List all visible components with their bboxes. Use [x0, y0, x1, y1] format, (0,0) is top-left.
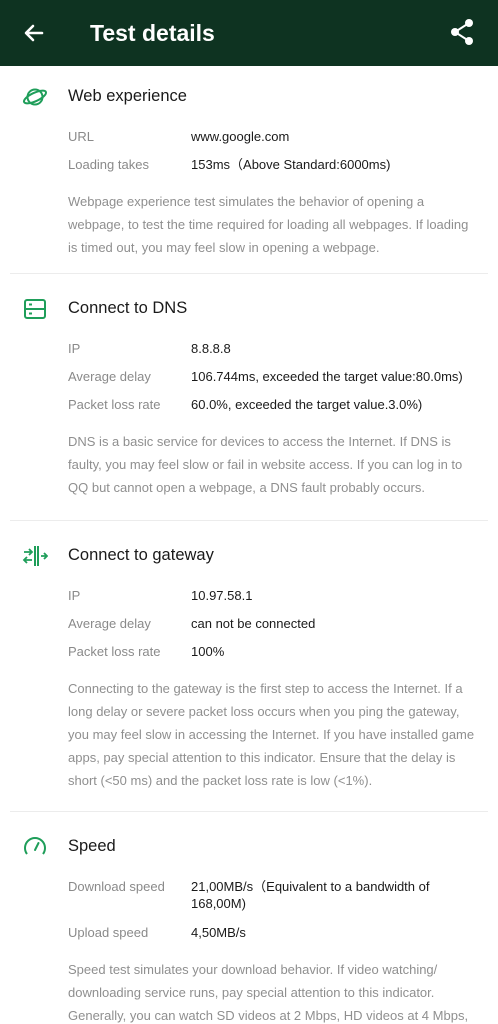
- row-label: Packet loss rate: [68, 397, 161, 412]
- row-value: 153ms（Above Standard:6000ms): [191, 157, 391, 172]
- back-button[interactable]: [18, 17, 50, 49]
- row-value: 100%: [191, 644, 225, 659]
- row-value: 10.97.58.1: [191, 588, 253, 603]
- info-row: Upload speed 4,50MB/s: [68, 924, 498, 952]
- info-row: Average delay can not be connected: [68, 615, 498, 643]
- divider: [10, 273, 488, 274]
- info-rows: Download speed 21,00MB/s（Equivalent to a…: [0, 878, 498, 952]
- section-connect-dns: Connect to DNS IP 8.8.8.8 Average delay …: [0, 278, 498, 520]
- divider: [10, 520, 488, 521]
- info-rows: IP 10.97.58.1 Average delay can not be c…: [0, 587, 498, 671]
- section-speed: Speed Download speed 21,00MB/s（Equivalen…: [0, 816, 498, 1024]
- section-connect-gateway: Connect to gateway IP 10.97.58.1 Average…: [0, 525, 498, 811]
- page-title: Test details: [90, 20, 215, 46]
- row-label: Average delay: [68, 369, 151, 384]
- top-app-bar: Test details: [0, 0, 498, 66]
- row-label: Average delay: [68, 616, 151, 631]
- section-header: Connect to DNS: [0, 278, 498, 340]
- section-title: Connect to gateway: [68, 546, 214, 564]
- row-value: 106.744ms, exceeded the target value:80.…: [191, 369, 463, 384]
- row-label: Upload speed: [68, 925, 149, 940]
- info-rows: URL www.google.com Loading takes 153ms（A…: [0, 128, 498, 184]
- row-label: IP: [68, 588, 81, 603]
- app-screen: Test details Web experience URL www.goog…: [0, 0, 498, 1024]
- section-description: DNS is a basic service for devices to ac…: [68, 434, 463, 495]
- info-row: URL www.google.com: [68, 128, 498, 156]
- row-label: Download speed: [68, 879, 165, 894]
- row-label: IP: [68, 341, 81, 356]
- row-label: Loading takes: [68, 157, 149, 172]
- share-button[interactable]: [446, 15, 478, 49]
- section-header: Speed: [0, 816, 498, 878]
- row-value: 21,00MB/s（Equivalent to a bandwidth of 1…: [191, 879, 430, 911]
- row-label: Packet loss rate: [68, 644, 161, 659]
- row-value: 4,50MB/s: [191, 925, 246, 940]
- info-row: IP 10.97.58.1: [68, 587, 498, 615]
- section-description: Connecting to the gateway is the first s…: [68, 681, 475, 788]
- gateway-icon: [22, 546, 48, 566]
- info-row: Loading takes 153ms（Above Standard:6000m…: [68, 156, 498, 184]
- info-row: Packet loss rate 60.0%, exceeded the tar…: [68, 396, 498, 424]
- planet-icon: [22, 88, 48, 106]
- section-description: Speed test simulates your download behav…: [68, 962, 469, 1023]
- row-value: www.google.com: [191, 129, 290, 144]
- info-row: Average delay 106.744ms, exceeded the ta…: [68, 368, 498, 396]
- info-rows: IP 8.8.8.8 Average delay 106.744ms, exce…: [0, 340, 498, 424]
- row-label: URL: [68, 129, 95, 144]
- section-web-experience: Web experience URL www.google.com Loadin…: [0, 66, 498, 273]
- section-header: Connect to gateway: [0, 525, 498, 587]
- row-value: 60.0%, exceeded the target value.3.0%): [191, 397, 423, 412]
- row-value: can not be connected: [191, 616, 316, 631]
- section-header: Web experience: [0, 66, 498, 128]
- divider: [10, 811, 488, 812]
- server-icon: [24, 299, 46, 319]
- info-row: IP 8.8.8.8: [68, 340, 498, 368]
- info-row: Download speed 21,00MB/s（Equivalent to a…: [68, 878, 498, 924]
- info-row: Packet loss rate 100%: [68, 643, 498, 671]
- row-value: 8.8.8.8: [191, 341, 231, 356]
- section-title: Speed: [68, 837, 116, 855]
- speedometer-icon: [24, 837, 46, 855]
- share-icon: [451, 19, 473, 45]
- section-title: Web experience: [68, 87, 187, 105]
- arrow-left-icon: [24, 24, 44, 42]
- section-description: Webpage experience test simulates the be…: [68, 194, 469, 255]
- section-title: Connect to DNS: [68, 299, 188, 317]
